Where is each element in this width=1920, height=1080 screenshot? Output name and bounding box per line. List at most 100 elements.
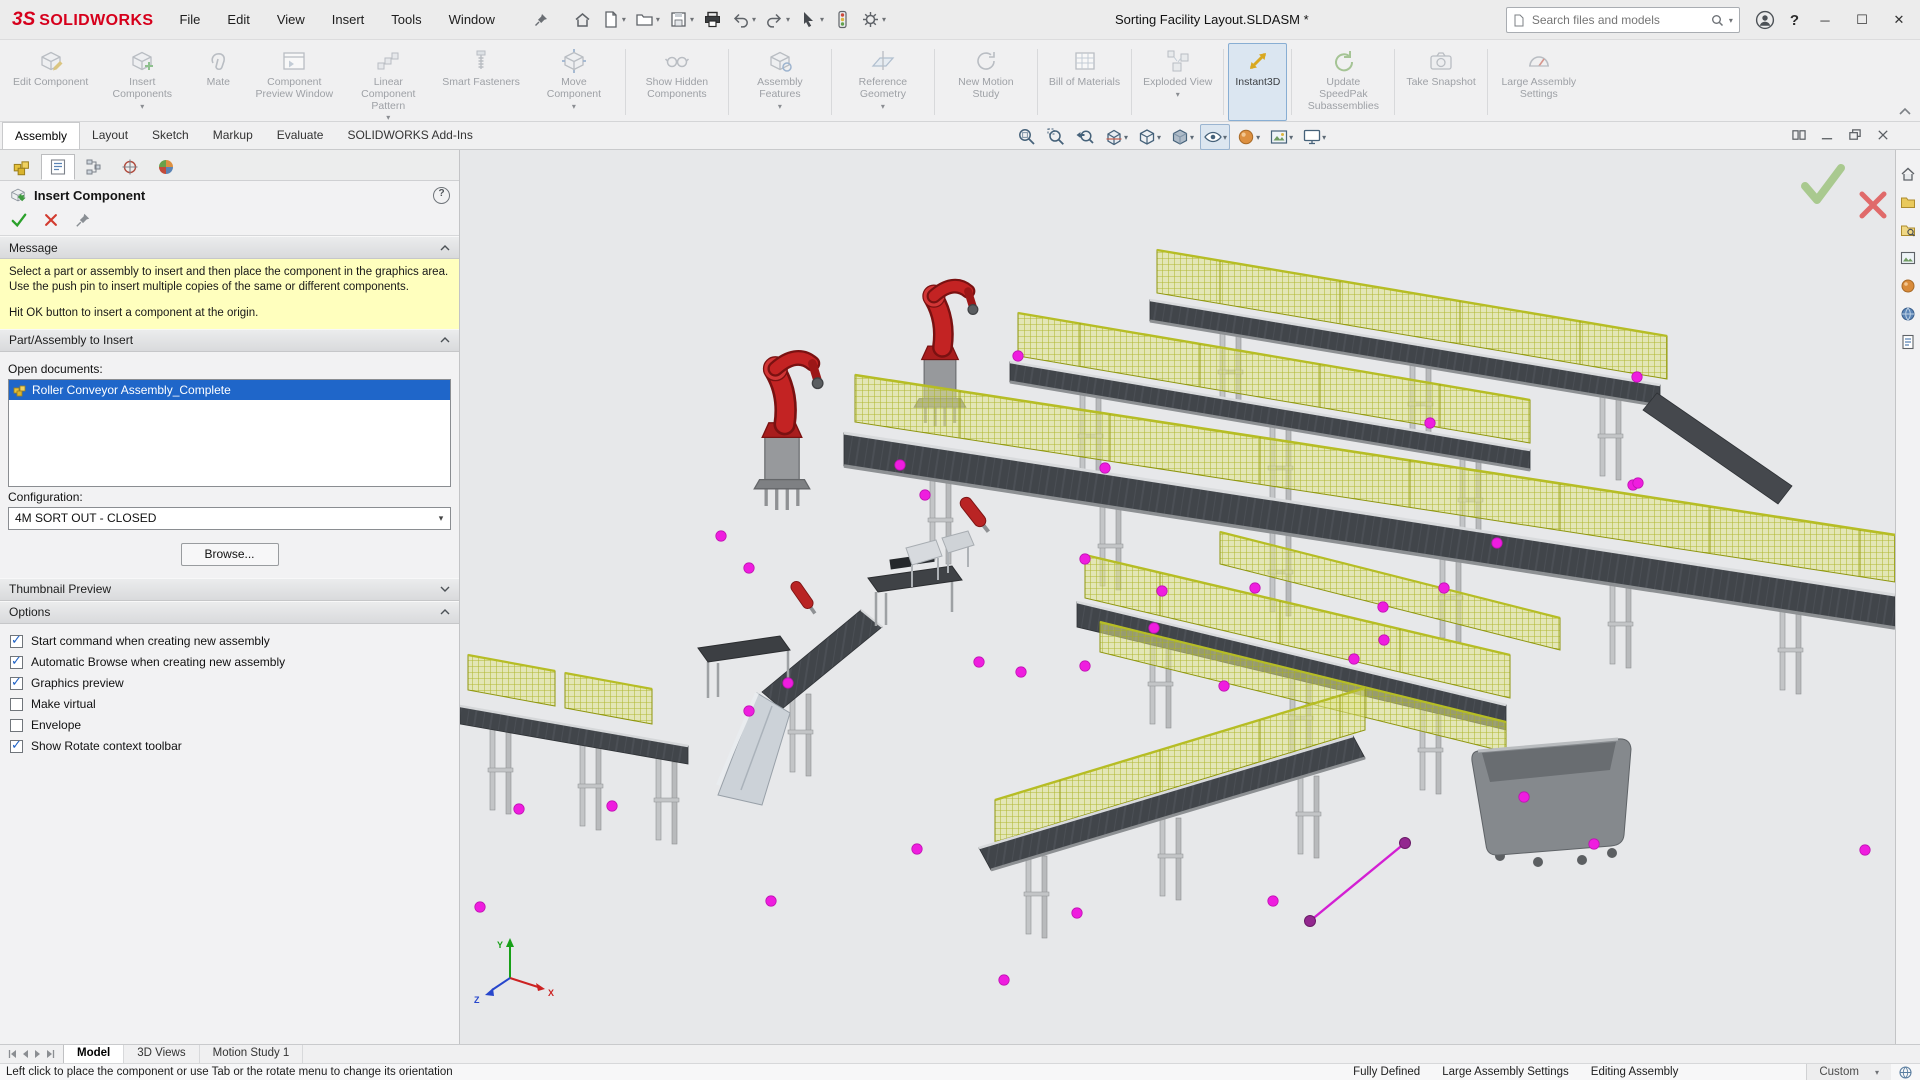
part-assembly-section-header[interactable]: Part/Assembly to Insert	[0, 328, 459, 352]
collapse-chevron-icon[interactable]	[440, 337, 450, 343]
tab-3d-views[interactable]: 3D Views	[124, 1045, 200, 1063]
checkbox-icon[interactable]	[10, 697, 23, 711]
rebuild-button[interactable]	[832, 9, 853, 30]
collapse-chevron-icon[interactable]	[440, 609, 450, 615]
maximize-button[interactable]: ☐	[1851, 12, 1873, 28]
ribbon-button-take-snapshot[interactable]: Take Snapshot	[1399, 43, 1482, 121]
dropdown-arrow-icon[interactable]: ▾	[752, 15, 756, 24]
account-icon[interactable]	[1755, 10, 1775, 30]
home-icon[interactable]	[1900, 166, 1916, 182]
featuremanager-tab[interactable]	[5, 154, 39, 180]
thumbnail-section-header[interactable]: Thumbnail Preview	[0, 577, 459, 601]
tab-solidworks-add-ins[interactable]: SOLIDWORKS Add-Ins	[335, 122, 484, 149]
next-tab-button[interactable]	[33, 1049, 43, 1059]
dropdown-arrow-icon[interactable]: ▾	[1176, 90, 1180, 99]
tab-motion-study-1[interactable]: Motion Study 1	[200, 1045, 304, 1063]
list-item[interactable]: Roller Conveyor Assembly_Complete	[9, 379, 450, 400]
checkbox-icon[interactable]	[10, 653, 23, 669]
options-gear-button[interactable]: ▾	[860, 9, 887, 30]
save-button[interactable]: ▾	[668, 9, 695, 30]
dropdown-arrow-icon[interactable]: ▾	[656, 15, 660, 24]
checkbox-icon[interactable]	[10, 632, 23, 648]
appearances-icon[interactable]	[1900, 278, 1916, 294]
first-tab-button[interactable]	[7, 1049, 17, 1059]
previous-tab-button[interactable]	[20, 1049, 30, 1059]
new-document-button[interactable]: ▾	[600, 9, 627, 30]
option-make-virtual[interactable]: Make virtual	[4, 694, 455, 715]
dropdown-arrow-icon[interactable]: ▾	[690, 15, 694, 24]
file-explorer-icon[interactable]	[1900, 222, 1916, 238]
message-section-header[interactable]: Message	[0, 236, 459, 259]
option-start-command[interactable]: Start command when creating new assembly	[4, 631, 455, 652]
tab-assembly[interactable]: Assembly	[2, 122, 81, 149]
ribbon-button-show-hidden-components[interactable]: Show Hidden Components	[630, 43, 724, 121]
display-mode-dropdown[interactable]: Custom ▾	[1806, 1064, 1891, 1080]
configuration-dropdown[interactable]: 4M SORT OUT - CLOSED ▾	[8, 506, 451, 530]
tab-evaluate[interactable]: Evaluate	[265, 122, 336, 149]
search-input[interactable]	[1529, 12, 1706, 28]
zoom-to-fit-icon[interactable]	[1014, 124, 1040, 150]
minimize-button[interactable]: ─	[1814, 13, 1836, 28]
section-view-icon[interactable]: ▾	[1101, 124, 1131, 150]
dropdown-arrow-icon[interactable]: ▾	[386, 113, 390, 122]
last-tab-button[interactable]	[46, 1049, 56, 1059]
globe-icon[interactable]	[1899, 1065, 1912, 1079]
search-icon[interactable]	[1711, 14, 1724, 27]
select-button[interactable]: ▾	[798, 9, 825, 30]
viewport-3d-scene[interactable]: Y X Z	[460, 150, 1895, 1044]
dropdown-arrow-icon[interactable]: ▾	[820, 15, 824, 24]
pm-help-icon[interactable]: ?	[433, 186, 450, 204]
dropdown-arrow-icon[interactable]: ▾	[882, 15, 886, 24]
tab-model[interactable]: Model	[63, 1045, 125, 1063]
ribbon-button-component-preview-window[interactable]: Component Preview Window	[247, 43, 341, 121]
print-button[interactable]	[702, 9, 723, 30]
undo-button[interactable]: ▾	[730, 9, 757, 30]
configurationmanager-tab[interactable]	[77, 154, 111, 180]
search-dropdown-icon[interactable]: ▾	[1729, 16, 1733, 25]
expand-chevron-icon[interactable]	[440, 586, 450, 593]
checkbox-icon[interactable]	[10, 718, 23, 732]
displaymanager-tab[interactable]	[149, 154, 183, 180]
chevron-down-icon[interactable]: ▾	[1875, 1068, 1879, 1077]
viewport-split-icon[interactable]	[1792, 128, 1806, 142]
cancel-button[interactable]	[43, 212, 59, 228]
propertymanager-tab[interactable]	[41, 154, 75, 180]
search-box[interactable]: ▾	[1505, 7, 1740, 33]
option-graphics-preview[interactable]: Graphics preview	[4, 673, 455, 694]
ribbon-collapse-icon[interactable]	[1898, 107, 1912, 116]
ribbon-button-bill-of-materials[interactable]: Bill of Materials	[1042, 43, 1127, 121]
browse-button[interactable]: Browse...	[180, 542, 279, 566]
previous-view-icon[interactable]	[1072, 124, 1098, 150]
checkbox-icon[interactable]	[10, 674, 23, 690]
ribbon-button-smart-fasteners[interactable]: Smart Fasteners	[435, 43, 527, 121]
ribbon-button-new-motion-study[interactable]: New Motion Study	[939, 43, 1033, 121]
menu-edit[interactable]: Edit	[227, 12, 249, 27]
ribbon-button-instant3d[interactable]: Instant3D	[1228, 43, 1288, 121]
option-envelope[interactable]: Envelope	[4, 715, 455, 736]
ribbon-button-insert-components[interactable]: Insert Components ▾	[95, 43, 189, 121]
dropdown-arrow-icon[interactable]: ▾	[1124, 133, 1128, 142]
scenes-icon[interactable]	[1900, 306, 1916, 322]
tab-layout[interactable]: Layout	[80, 122, 140, 149]
viewport-restore-icon[interactable]	[1848, 128, 1862, 142]
option-show-rotate-toolbar[interactable]: Show Rotate context toolbar	[4, 736, 455, 757]
apply-scene-icon[interactable]: ▾	[1266, 124, 1296, 150]
ribbon-button-large-assembly-settings[interactable]: Large Assembly Settings	[1492, 43, 1586, 121]
dropdown-arrow-icon[interactable]: ▾	[786, 15, 790, 24]
hide-show-items-icon[interactable]: ▾	[1200, 124, 1231, 150]
redo-button[interactable]: ▾	[764, 9, 791, 30]
dropdown-arrow-icon[interactable]: ▾	[622, 15, 626, 24]
zoom-to-area-icon[interactable]	[1043, 124, 1069, 150]
dropdown-arrow-icon[interactable]: ▾	[778, 102, 782, 111]
view-settings-icon[interactable]: ▾	[1299, 124, 1329, 150]
menu-window[interactable]: Window	[449, 12, 495, 27]
help-icon[interactable]: ?	[1790, 12, 1799, 29]
open-button[interactable]: ▾	[634, 9, 661, 30]
viewport-close-icon[interactable]	[1876, 128, 1890, 142]
ok-button[interactable]	[11, 212, 27, 228]
ribbon-button-assembly-features[interactable]: Assembly Features ▾	[733, 43, 827, 121]
tab-markup[interactable]: Markup	[201, 122, 265, 149]
ribbon-button-move-component[interactable]: Move Component ▾	[527, 43, 621, 121]
menu-pin-icon[interactable]	[534, 13, 548, 27]
edit-appearance-icon[interactable]: ▾	[1233, 124, 1263, 150]
